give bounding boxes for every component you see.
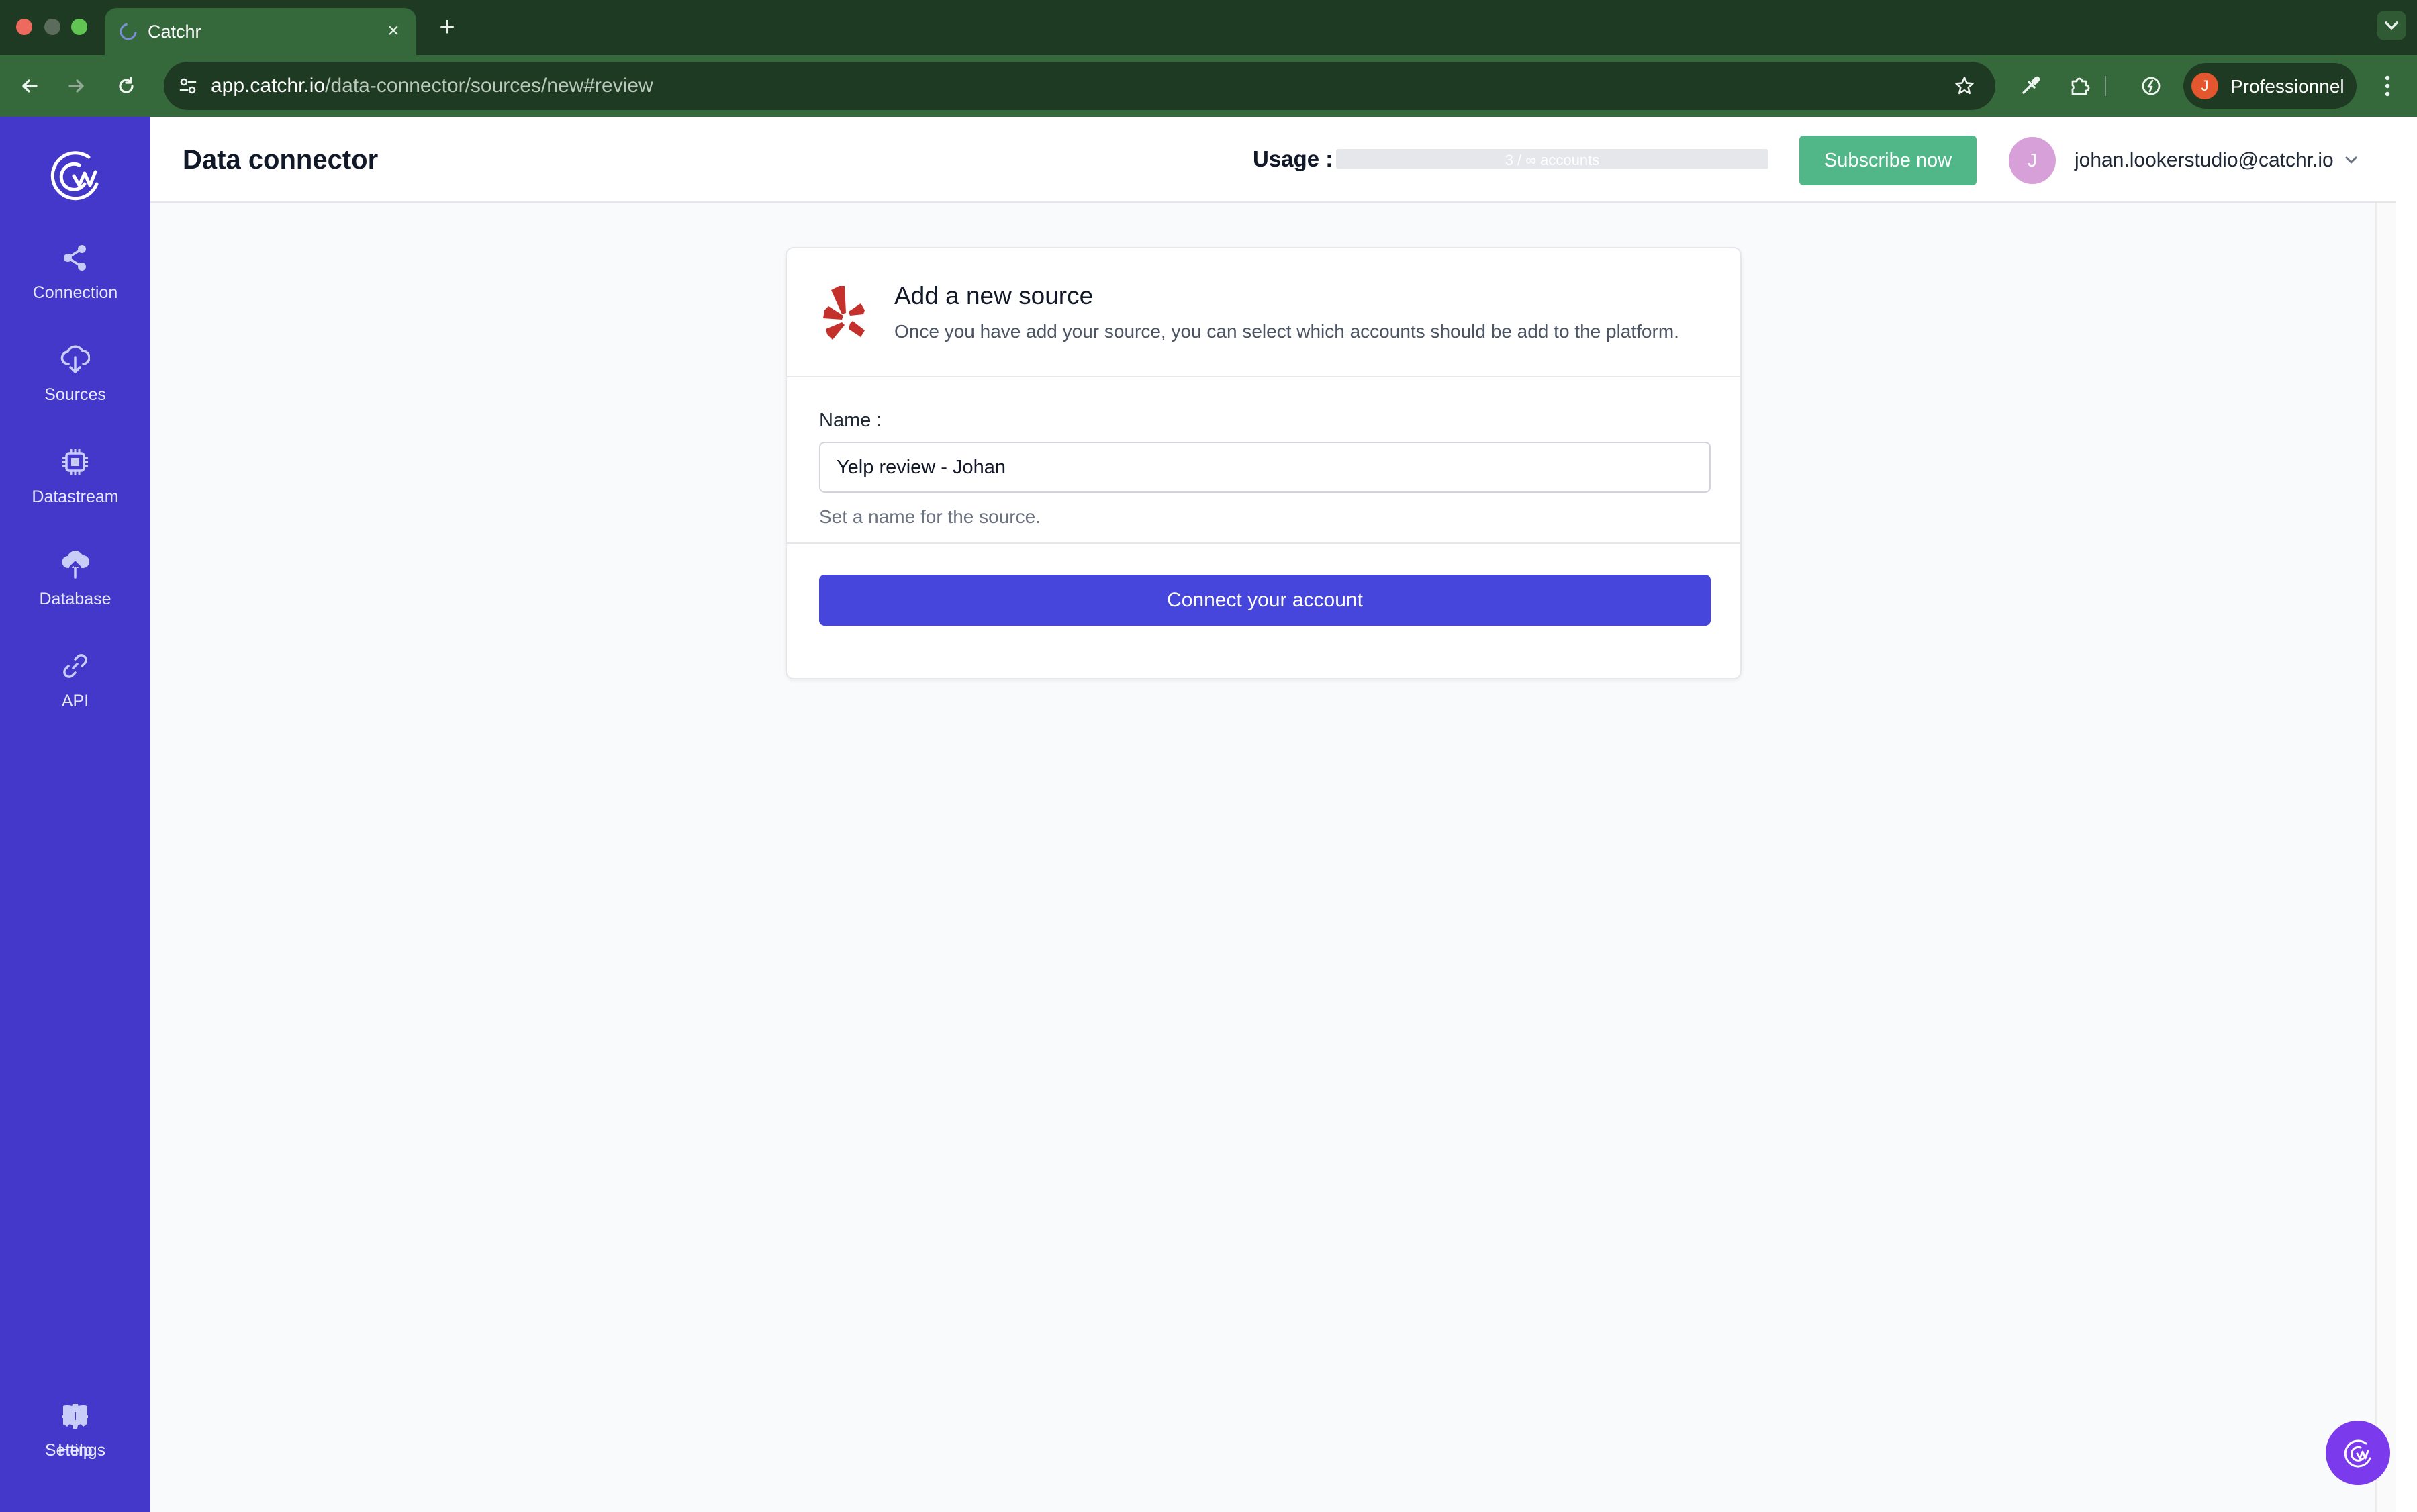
forward-button[interactable]	[60, 70, 93, 102]
name-field[interactable]	[819, 442, 1711, 493]
reload-button[interactable]	[110, 70, 142, 102]
subscribe-button[interactable]: Subscribe now	[1799, 136, 1977, 185]
maximize-window-button[interactable]	[71, 19, 87, 35]
sidebar: Connection Sources Datastream Database A…	[0, 117, 150, 1512]
puzzle-icon	[2071, 77, 2090, 95]
profile-name: Professionnel	[2230, 76, 2344, 97]
new-tab-button[interactable]: +	[432, 12, 462, 42]
sidebar-item-sources[interactable]: Sources	[0, 344, 150, 424]
share-icon	[59, 242, 91, 274]
tune-icon	[179, 78, 197, 94]
card-header: Add a new source Once you have add your …	[787, 248, 1740, 377]
name-help-text: Set a name for the source.	[819, 506, 1041, 527]
catchr-logo-icon[interactable]	[44, 145, 106, 207]
sidebar-item-label: Datastream	[32, 487, 119, 506]
performance-button[interactable]	[2135, 70, 2167, 102]
eyedropper-button[interactable]	[2014, 70, 2046, 102]
app-header: Data connector Usage : 3 / ∞ accounts Su…	[150, 117, 2417, 203]
sidebar-item-help[interactable]	[0, 1501, 150, 1512]
sidebar-item-label: Connection	[32, 283, 118, 302]
profile-button[interactable]: J Professionnel	[2183, 63, 2357, 109]
divider	[2104, 70, 2107, 102]
browser-tab[interactable]: Catchr ×	[105, 8, 416, 55]
chat-launcher-button[interactable]	[2326, 1421, 2390, 1485]
tab-title: Catchr	[148, 21, 201, 42]
star-icon	[1955, 77, 1974, 95]
url-text: app.catchr.io/data-connector/sources/new…	[211, 75, 653, 97]
reload-icon	[119, 77, 134, 93]
close-window-button[interactable]	[16, 19, 32, 35]
cloud-download-icon	[59, 344, 91, 376]
sidebar-item-database[interactable]: Database	[0, 548, 150, 628]
sidebar-item-label: Sources	[44, 385, 106, 404]
url-host: app.catchr.io	[211, 75, 326, 97]
card-form: Name : Set a name for the source.	[787, 377, 1740, 544]
usage-progress-bar: 3 / ∞ accounts	[1336, 149, 1768, 169]
catchr-favicon-icon	[120, 23, 137, 40]
link-icon	[59, 650, 91, 682]
add-source-card: Add a new source Once you have add your …	[786, 247, 1742, 679]
arrow-left-icon	[22, 79, 38, 93]
chevron-down-icon[interactable]	[2342, 150, 2361, 169]
card-title: Add a new source	[894, 282, 1094, 310]
sidebar-item-label: API	[61, 692, 89, 710]
card-subtitle: Once you have add your source, you can s…	[894, 321, 1679, 342]
sidebar-item-label: Database	[39, 589, 111, 608]
more-vertical-icon	[2385, 75, 2390, 97]
page-edge	[2396, 117, 2417, 1512]
avatar[interactable]: J	[2009, 137, 2056, 184]
minimize-window-button[interactable]	[44, 19, 60, 35]
bookmark-button[interactable]	[1951, 73, 1978, 99]
usage-text: 3 / ∞ accounts	[1505, 152, 1600, 169]
scrollbar[interactable]	[2375, 203, 2396, 1512]
back-button[interactable]	[13, 70, 46, 102]
site-info-button[interactable]	[175, 73, 201, 99]
connect-account-button[interactable]: Connect your account	[819, 575, 1711, 626]
tab-close-button[interactable]: ×	[381, 19, 406, 43]
page-title: Data connector	[183, 145, 379, 175]
browser-tab-bar: Catchr × +	[0, 0, 2417, 55]
usage-label: Usage :	[1253, 146, 1333, 171]
chevron-down-icon	[2385, 21, 2398, 30]
speed-icon	[2142, 77, 2161, 95]
book-icon	[59, 1399, 91, 1431]
cloud-upload-icon	[59, 548, 91, 580]
arrow-right-icon	[68, 79, 84, 93]
extensions-button[interactable]	[2064, 70, 2096, 102]
tab-search-button[interactable]	[2377, 11, 2406, 40]
yelp-icon	[823, 286, 865, 340]
catchr-chat-icon	[2344, 1439, 2371, 1468]
sidebar-item-api[interactable]: API	[0, 650, 150, 730]
address-bar[interactable]: app.catchr.io/data-connector/sources/new…	[164, 62, 1995, 110]
browser-toolbar: app.catchr.io/data-connector/sources/new…	[0, 55, 2417, 117]
sidebar-item-datastream[interactable]: Datastream	[0, 446, 150, 526]
sidebar-item-connection[interactable]: Connection	[0, 242, 150, 322]
user-email[interactable]: johan.lookerstudio@catchr.io	[2075, 149, 2334, 172]
chip-icon	[59, 446, 91, 478]
browser-menu-button[interactable]	[2374, 70, 2401, 102]
sidebar-item-help[interactable]: Help	[0, 1399, 150, 1480]
profile-avatar: J	[2191, 73, 2218, 99]
url-path: /data-connector/sources/new#review	[325, 75, 653, 97]
eyedropper-icon	[2022, 76, 2040, 94]
sidebar-item-label: Help	[58, 1441, 93, 1460]
name-label: Name :	[819, 410, 882, 431]
